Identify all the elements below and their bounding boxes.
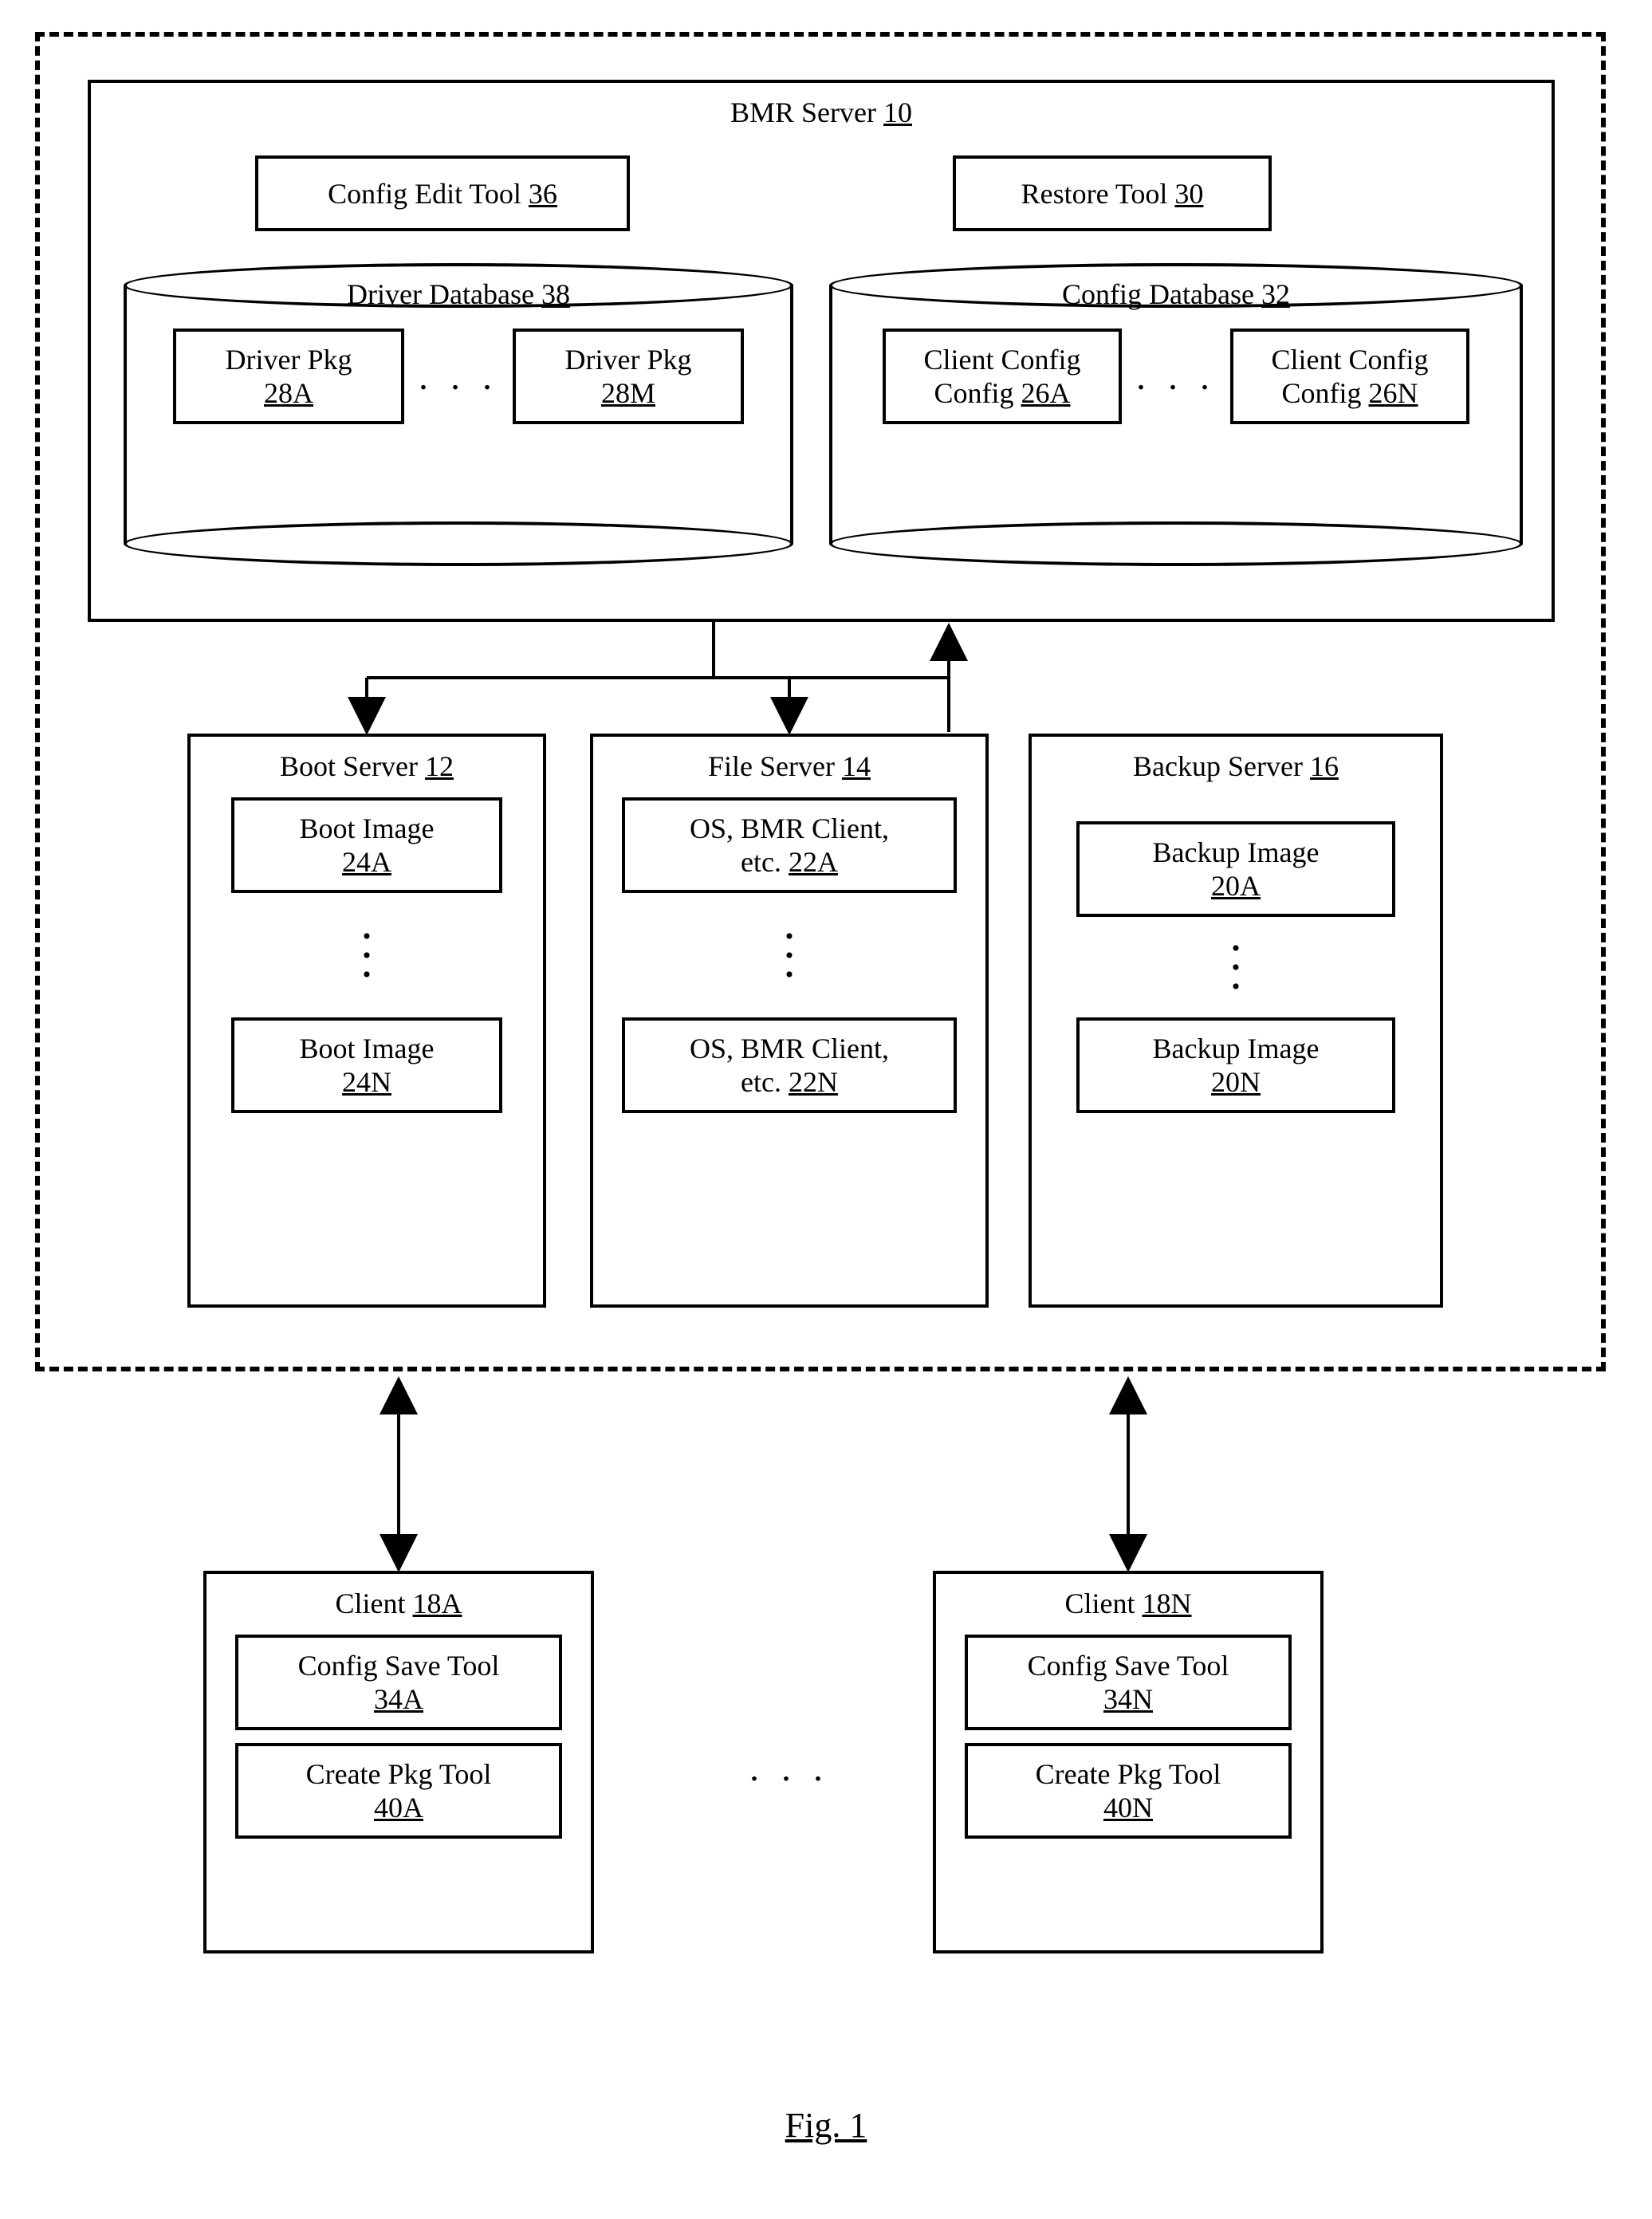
figure-caption: Fig. 1	[32, 2105, 1620, 2146]
create-pkg-tool-a: Create Pkg Tool 40A	[235, 1743, 562, 1839]
diagram-root: BMR Server 10 Config Edit Tool 36 Restor…	[32, 32, 1620, 2187]
ellipsis-icon: . . .	[1136, 355, 1216, 399]
ellipsis-icon: . . .	[419, 355, 498, 399]
boot-image-a: Boot Image 24A	[231, 797, 502, 893]
config-database-title: Config Database 32	[829, 277, 1523, 311]
driver-database-title: Driver Database 38	[124, 277, 793, 311]
client-config-n: Client Config Config 26N	[1230, 329, 1469, 424]
config-save-tool-a: Config Save Tool 34A	[235, 1635, 562, 1730]
client-n-box: Client 18N Config Save Tool 34N Create P…	[933, 1571, 1324, 1953]
config-database-cylinder: Config Database 32 Client Config Config …	[829, 263, 1523, 566]
driver-pkg-m: Driver Pkg 28M	[513, 329, 744, 424]
bmr-server-title: BMR Server 10	[730, 96, 912, 129]
backup-image-a: Backup Image 20A	[1076, 821, 1395, 917]
boot-image-n: Boot Image 24N	[231, 1017, 502, 1113]
boot-server-box: Boot Server 12 Boot Image 24A ··· Boot I…	[187, 734, 546, 1308]
file-item-a: OS, BMR Client, etc. 22A	[622, 797, 957, 893]
restore-tool: Restore Tool 30	[953, 155, 1272, 231]
client-config-a: Client Config Config 26A	[883, 329, 1122, 424]
ellipsis-icon: . . .	[710, 1746, 869, 1790]
driver-database-cylinder: Driver Database 38 Driver Pkg 28A . . . …	[124, 263, 793, 566]
file-item-n: OS, BMR Client, etc. 22N	[622, 1017, 957, 1113]
config-edit-tool: Config Edit Tool 36	[255, 155, 630, 231]
config-save-tool-n: Config Save Tool 34N	[965, 1635, 1292, 1730]
backup-server-box: Backup Server 16 Backup Image 20A ··· Ba…	[1029, 734, 1443, 1308]
backup-image-n: Backup Image 20N	[1076, 1017, 1395, 1113]
create-pkg-tool-n: Create Pkg Tool 40N	[965, 1743, 1292, 1839]
file-server-box: File Server 14 OS, BMR Client, etc. 22A …	[590, 734, 989, 1308]
driver-pkg-a: Driver Pkg 28A	[173, 329, 404, 424]
client-a-box: Client 18A Config Save Tool 34A Create P…	[203, 1571, 594, 1953]
